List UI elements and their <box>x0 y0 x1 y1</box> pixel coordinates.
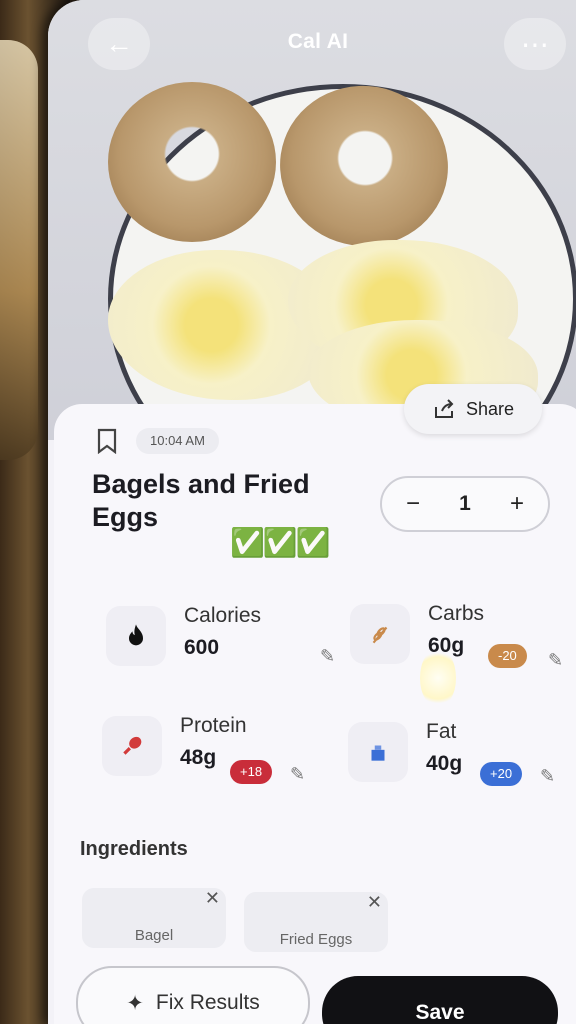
calories-label: Calories <box>184 604 262 627</box>
ingredient-card[interactable]: ✕ Fried Eggs <box>244 892 388 952</box>
pencil-icon[interactable]: ✎ <box>290 764 305 785</box>
share-icon <box>434 399 454 418</box>
bagel-image <box>108 82 276 242</box>
meal-time: 10:04 AM <box>136 428 219 454</box>
quantity-stepper: − 1 + <box>380 476 550 532</box>
flame-icon <box>106 606 166 666</box>
carbs-delta-badge: -20 <box>488 644 527 668</box>
phone-screen: ← Cal AI ⋯ Share 10:04 AM Bagels and Fri… <box>48 0 576 1024</box>
protein-delta-badge: +18 <box>230 760 273 784</box>
fat-delta-badge: +20 <box>480 762 523 786</box>
protein-value: 48g <box>180 746 217 769</box>
ingredient-name: Fried Eggs <box>279 931 353 948</box>
fix-results-button[interactable]: ✦ Fix Results <box>76 966 310 1024</box>
carbs-label: Carbs <box>428 602 485 625</box>
pencil-icon[interactable]: ✎ <box>320 646 335 667</box>
ingredient-card[interactable]: ✕ Bagel <box>82 888 226 948</box>
drumstick-icon <box>102 716 162 776</box>
bookmark-icon[interactable] <box>96 428 118 454</box>
fat-value: 40g <box>426 752 463 775</box>
background-light-reflection <box>0 40 38 460</box>
calories-card[interactable]: Calories 600 ✎ <box>98 598 335 688</box>
pencil-icon[interactable]: ✎ <box>540 766 555 787</box>
more-button[interactable]: ⋯ <box>504 18 566 70</box>
fat-card[interactable]: Fat 40g +20 ✎ <box>340 714 570 804</box>
share-label: Share <box>465 398 515 419</box>
close-icon[interactable]: ✕ <box>205 888 220 909</box>
fix-results-label: Fix Results <box>155 991 260 1014</box>
fat-label: Fat <box>426 720 457 743</box>
carbs-card[interactable]: Carbs 60g -20 ✎ <box>342 596 572 686</box>
decrement-button[interactable]: − <box>406 490 420 518</box>
ingredients-title: Ingredients <box>80 838 188 860</box>
save-button[interactable]: Save <box>322 976 558 1024</box>
protein-card[interactable]: Protein 48g +18 ✎ <box>94 708 324 798</box>
calories-value: 600 <box>184 636 220 659</box>
more-icon: ⋯ <box>521 28 549 60</box>
oil-drop-icon <box>348 722 408 782</box>
share-button[interactable]: Share <box>404 384 542 434</box>
increment-button[interactable]: + <box>510 490 524 518</box>
quantity-value: 1 <box>459 492 471 515</box>
protein-label: Protein <box>180 714 247 737</box>
wheat-icon <box>350 604 410 664</box>
light-glare <box>420 648 456 708</box>
page-title: Cal AI <box>287 30 349 53</box>
meal-name: Bagels and Fried Eggs <box>92 469 310 532</box>
sparkle-icon: ✦ <box>126 991 144 1015</box>
check-emoji: ✅✅✅ <box>230 527 331 558</box>
ingredient-name: Bagel <box>134 927 174 944</box>
close-icon[interactable]: ✕ <box>367 892 382 913</box>
pencil-icon[interactable]: ✎ <box>548 650 563 671</box>
